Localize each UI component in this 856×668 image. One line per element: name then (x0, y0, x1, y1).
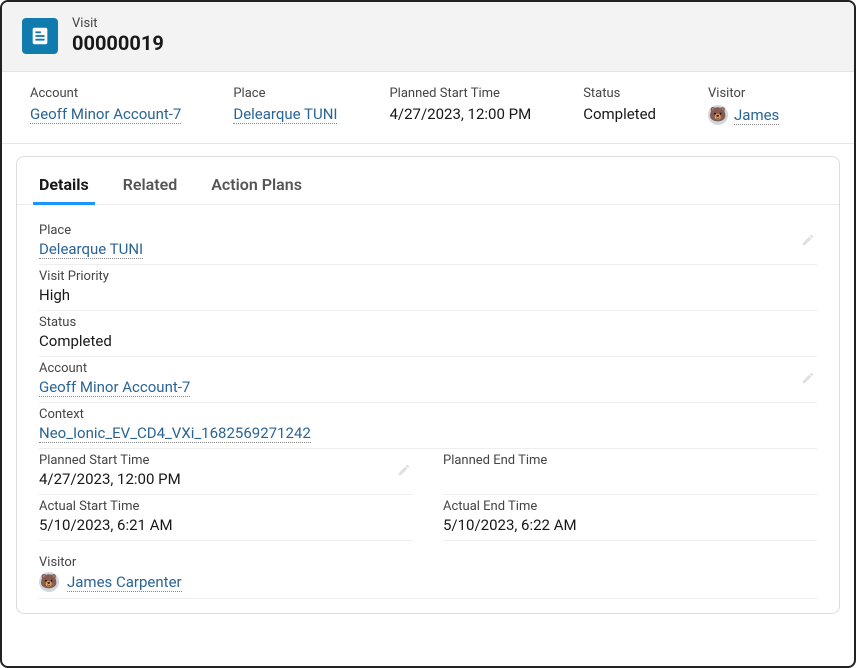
highlight-visitor: Visitor 🐻 James (708, 86, 779, 125)
field-value: 4/27/2023, 12:00 PM (39, 470, 413, 488)
record-page: Visit 00000019 Account Geoff Minor Accou… (0, 0, 856, 668)
highlight-label: Status (583, 86, 656, 101)
highlight-status: Status Completed (583, 86, 656, 125)
record-header: Visit 00000019 (2, 2, 854, 72)
highlight-account: Account Geoff Minor Account-7 (30, 86, 181, 125)
field-value: High (39, 286, 817, 304)
highlight-place: Place Delearque TUNI (233, 86, 337, 125)
field-label: Context (39, 407, 817, 422)
field-label: Visitor (39, 555, 817, 570)
field-visitor: Visitor 🐻 James Carpenter (39, 551, 817, 599)
pencil-icon[interactable] (397, 463, 411, 477)
record-title-block: Visit 00000019 (72, 16, 164, 55)
account-link[interactable]: Geoff Minor Account-7 (30, 105, 181, 124)
field-account: Account Geoff Minor Account-7 (39, 357, 817, 403)
field-value: Completed (39, 332, 817, 350)
tab-bar: Details Related Action Plans (17, 157, 839, 205)
field-label: Planned Start Time (39, 453, 413, 468)
detail-body: Place Delearque TUNI Visit Priority High… (17, 205, 839, 599)
field-place: Place Delearque TUNI (39, 219, 817, 265)
field-label: Place (39, 223, 817, 238)
field-actual-start: Actual Start Time 5/10/2023, 6:21 AM (39, 495, 413, 541)
status-value: Completed (583, 105, 656, 123)
field-priority: Visit Priority High (39, 265, 817, 311)
highlight-label: Planned Start Time (389, 86, 531, 101)
highlight-planned-start: Planned Start Time 4/27/2023, 12:00 PM (389, 86, 531, 125)
field-planned-start: Planned Start Time 4/27/2023, 12:00 PM (39, 449, 413, 495)
field-label: Account (39, 361, 817, 376)
field-label: Planned End Time (443, 453, 817, 468)
highlight-label: Visitor (708, 86, 779, 101)
highlight-label: Account (30, 86, 181, 101)
field-label: Actual Start Time (39, 499, 413, 514)
visitor-link[interactable]: James Carpenter (67, 573, 182, 592)
field-label: Actual End Time (443, 499, 817, 514)
field-status: Status Completed (39, 311, 817, 357)
record-type-label: Visit (72, 16, 164, 31)
tab-related[interactable]: Related (123, 169, 178, 204)
detail-card: Details Related Action Plans Place Delea… (16, 156, 840, 614)
field-value: 5/10/2023, 6:21 AM (39, 516, 413, 534)
avatar-icon: 🐻 (708, 105, 728, 125)
field-label: Visit Priority (39, 269, 817, 284)
context-link[interactable]: Neo_Ionic_EV_CD4_VXi_1682569271242 (39, 424, 311, 443)
field-context: Context Neo_Ionic_EV_CD4_VXi_16825692712… (39, 403, 817, 449)
place-link[interactable]: Delearque TUNI (233, 105, 337, 124)
field-value: 5/10/2023, 6:22 AM (443, 516, 817, 534)
avatar-icon: 🐻 (39, 572, 59, 592)
field-actual-end: Actual End Time 5/10/2023, 6:22 AM (443, 495, 817, 541)
field-label: Status (39, 315, 817, 330)
account-link[interactable]: Geoff Minor Account-7 (39, 378, 190, 397)
pencil-icon[interactable] (801, 233, 815, 247)
tab-action-plans[interactable]: Action Plans (211, 169, 302, 204)
field-planned-end: Planned End Time (443, 449, 817, 495)
pencil-icon[interactable] (801, 371, 815, 385)
tab-details[interactable]: Details (39, 169, 89, 204)
highlights-panel: Account Geoff Minor Account-7 Place Dele… (2, 72, 854, 144)
highlight-label: Place (233, 86, 337, 101)
place-link[interactable]: Delearque TUNI (39, 240, 143, 259)
record-number: 00000019 (72, 31, 164, 55)
planned-start-value: 4/27/2023, 12:00 PM (389, 105, 531, 123)
visitor-link[interactable]: James (734, 106, 779, 125)
visit-icon (22, 18, 58, 54)
